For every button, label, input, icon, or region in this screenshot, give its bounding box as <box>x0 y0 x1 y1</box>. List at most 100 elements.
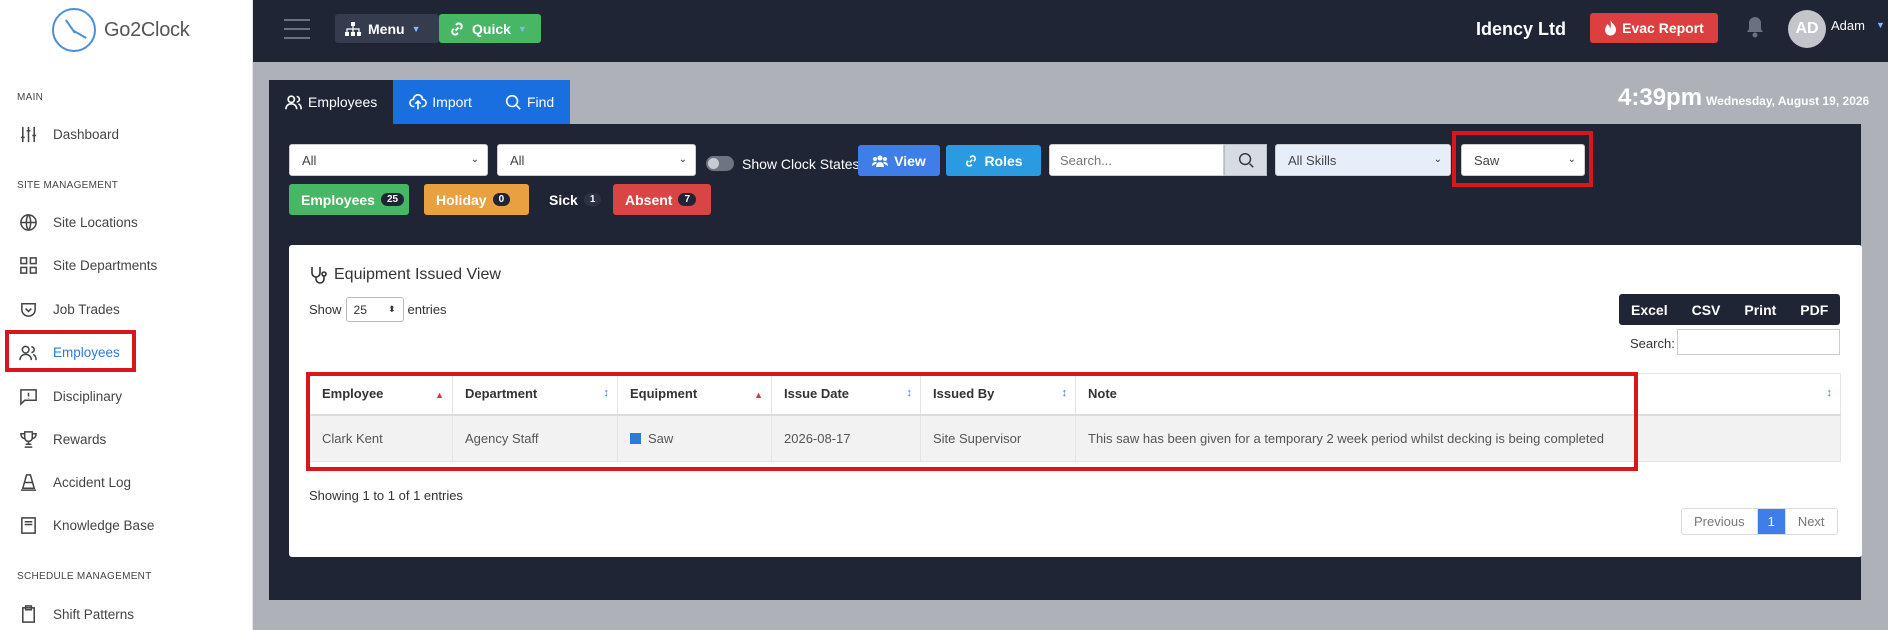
count-badge: 7 <box>678 193 697 206</box>
tab-employees[interactable]: Employees <box>269 80 394 124</box>
roles-button[interactable]: Roles <box>946 145 1041 176</box>
logo[interactable]: Go2Clock <box>52 8 190 52</box>
entries-label: entries <box>407 302 447 317</box>
search-input[interactable]: Search... <box>1049 144 1224 176</box>
bell-icon[interactable] <box>1745 16 1765 41</box>
tab-import[interactable]: Import <box>393 80 488 124</box>
select-value: All Skills <box>1288 152 1337 168</box>
link-icon <box>966 154 977 167</box>
sidebar-item-site-locations[interactable]: Site Locations <box>18 202 138 242</box>
sidebar-item-label: Disciplinary <box>53 388 123 404</box>
sidebar-item-knowledge-base[interactable]: Knowledge Base <box>18 505 154 545</box>
card-title-text: Equipment Issued View <box>334 266 501 283</box>
table-search-label: Search: <box>1630 336 1675 351</box>
absent-count-button[interactable]: Absent 7 <box>613 184 711 215</box>
sidebar-item-accident-log[interactable]: Accident Log <box>18 462 131 502</box>
next-button[interactable]: Next <box>1786 509 1837 534</box>
brand-name: Go2Clock <box>104 18 190 41</box>
avatar[interactable]: AD <box>1788 10 1826 48</box>
sidebar-item-label: Site Locations <box>53 214 138 230</box>
cone-icon <box>18 472 38 492</box>
sidebar-item-label: Dashboard <box>53 126 120 142</box>
sitemap-icon <box>345 21 361 36</box>
equipment-highlight-box <box>1452 131 1593 187</box>
pdf-button[interactable]: PDF <box>1788 302 1840 318</box>
shield-icon <box>18 299 38 319</box>
previous-button[interactable]: Previous <box>1682 509 1758 534</box>
menu-button[interactable]: Menu ▼ <box>335 14 439 43</box>
excel-button[interactable]: Excel <box>1619 302 1680 318</box>
clock-states-label: Show Clock States <box>742 156 860 172</box>
tab-find[interactable]: Find <box>487 80 571 124</box>
select-value: All <box>302 152 317 168</box>
nav-section-site: SITE MANAGEMENT <box>17 180 119 191</box>
globe-icon <box>18 212 38 232</box>
sidebar-item-shift-patterns[interactable]: Shift Patterns <box>18 594 134 630</box>
entries-select[interactable]: 25 ⬍ <box>345 297 404 322</box>
employees-count-button[interactable]: Employees 25 <box>289 184 409 215</box>
filter-select-2[interactable]: All ⌄ <box>497 144 696 176</box>
fire-icon <box>1605 20 1617 36</box>
current-time: 4:39pm Wednesday, August 19, 2026 <box>1618 84 1869 112</box>
nav-section-schedule: SCHEDULE MANAGEMENT <box>17 571 152 582</box>
chevron-down-icon: ▼ <box>517 23 527 34</box>
tab-label: Import <box>432 94 472 110</box>
page-tabs: Employees Import Find <box>269 80 571 124</box>
search-icon <box>1238 152 1254 168</box>
pagination: Previous 1 Next <box>1681 508 1838 535</box>
sidebar-item-label: Knowledge Base <box>53 517 155 533</box>
users-icon <box>285 95 303 110</box>
tab-label: Employees <box>308 94 378 110</box>
export-buttons: Excel CSV Print PDF <box>1619 294 1841 325</box>
tab-label: Find <box>526 94 555 110</box>
show-label: Show <box>309 302 342 317</box>
sidebar-item-label: Shift Patterns <box>53 606 135 622</box>
csv-button[interactable]: CSV <box>1680 302 1733 318</box>
user-name[interactable]: Adam <box>1831 18 1865 33</box>
clock-time: 4:39pm <box>1618 84 1703 111</box>
sidebar-item-dashboard[interactable]: Dashboard <box>18 114 119 154</box>
search-button[interactable] <box>1224 144 1267 176</box>
table-highlight-box <box>306 372 1638 471</box>
badge-label: Employees <box>301 191 375 208</box>
sidebar-item-label: Accident Log <box>53 474 132 490</box>
view-button[interactable]: View <box>858 145 940 176</box>
chevron-down-icon[interactable]: ▼ <box>1876 20 1885 30</box>
chevron-down-icon: ⌄ <box>678 154 687 165</box>
employees-highlight-box <box>5 330 136 372</box>
evac-report-button[interactable]: Evac Report <box>1590 13 1718 43</box>
book-icon <box>18 515 38 535</box>
stethoscope-icon <box>311 267 327 284</box>
table-info: Showing 1 to 1 of 1 entries <box>309 488 463 503</box>
sidebar: Go2Clock MAIN Dashboard SITE MANAGEMENT … <box>0 0 253 630</box>
sidebar-item-rewards[interactable]: Rewards <box>18 419 106 459</box>
sidebar-item-job-trades[interactable]: Job Trades <box>18 289 120 329</box>
filter-select-1[interactable]: All ⌄ <box>289 144 488 176</box>
trophy-icon <box>18 429 38 449</box>
cloud-upload-icon <box>409 94 428 110</box>
sidebar-item-label: Site Departments <box>53 257 158 273</box>
clock-states-toggle[interactable] <box>706 156 734 171</box>
sidebar-item-disciplinary[interactable]: Disciplinary <box>18 376 122 416</box>
badge-label: Absent <box>625 191 673 208</box>
badge-label: Holiday <box>436 191 487 208</box>
holiday-count-button[interactable]: Holiday 0 <box>424 184 529 215</box>
company-name: Idency Ltd <box>1476 19 1567 39</box>
count-badge: 0 <box>492 193 511 206</box>
sliders-icon <box>18 124 38 144</box>
badge-label: Sick <box>549 191 578 208</box>
skills-select[interactable]: All Skills ⌄ <box>1275 144 1451 176</box>
quick-button[interactable]: Quick ▼ <box>439 14 541 43</box>
sick-count-button[interactable]: Sick 1 <box>537 184 606 215</box>
count-badge: 1 <box>583 193 602 206</box>
sidebar-item-site-departments[interactable]: Site Departments <box>18 245 157 285</box>
table-search-input[interactable] <box>1677 329 1840 355</box>
card-title: Equipment Issued View <box>309 265 501 285</box>
print-button[interactable]: Print <box>1732 302 1788 318</box>
quick-label: Quick <box>472 20 511 37</box>
clock-logo-icon <box>52 8 96 52</box>
page-1-button[interactable]: 1 <box>1757 509 1786 534</box>
hamburger-icon[interactable] <box>284 19 310 46</box>
chevron-down-icon: ⌄ <box>1433 154 1442 165</box>
nav-section-main: MAIN <box>17 92 44 103</box>
